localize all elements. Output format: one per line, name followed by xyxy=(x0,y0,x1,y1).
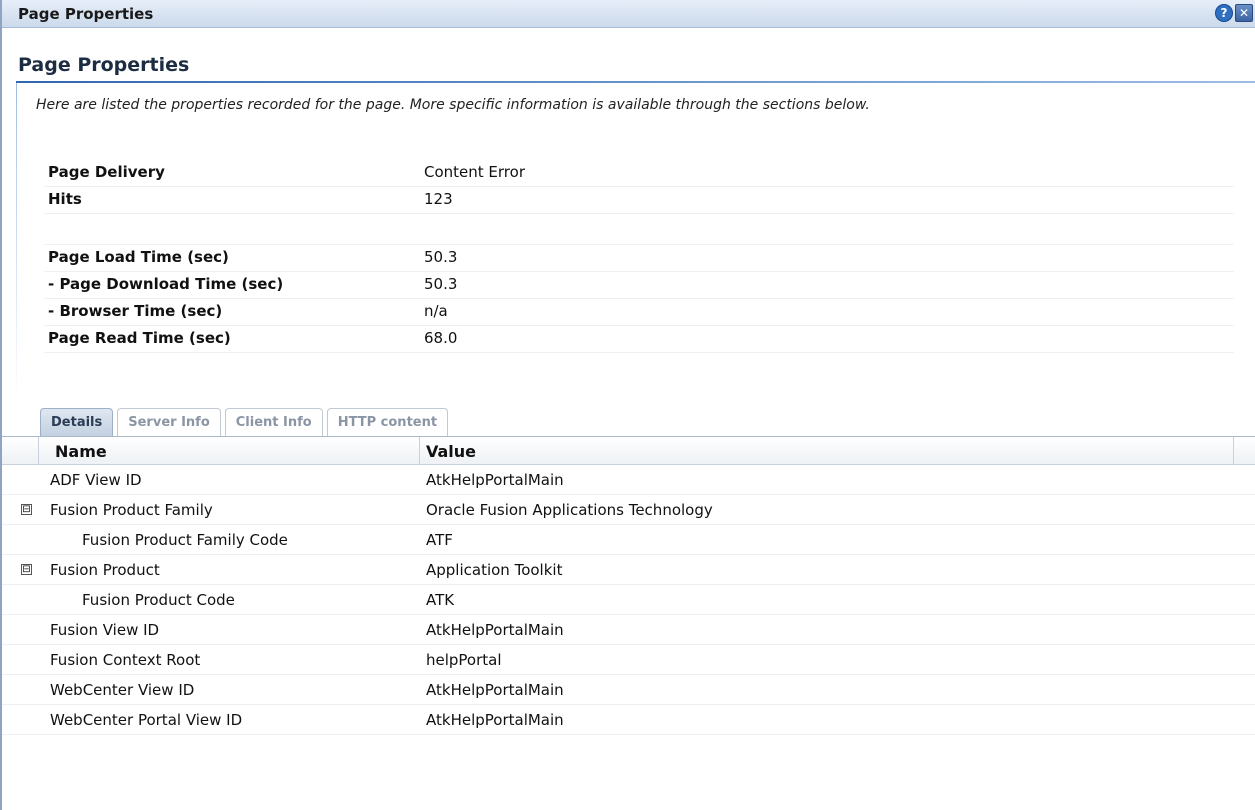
table-row[interactable]: ⊟ Fusion Product Family Oracle Fusion Ap… xyxy=(2,495,1255,525)
property-label: - Browser Time (sec) xyxy=(48,302,223,320)
property-value: 123 xyxy=(424,190,453,208)
property-label: Page Delivery xyxy=(48,163,165,181)
property-row: Hits 123 xyxy=(44,187,1234,214)
row-value: Application Toolkit xyxy=(426,561,563,579)
heading-divider xyxy=(16,81,1255,83)
property-row: - Page Download Time (sec) 50.3 xyxy=(44,272,1234,299)
page-title: Page Properties xyxy=(18,54,190,76)
row-name: Fusion Product Family Code xyxy=(82,531,288,549)
column-divider[interactable] xyxy=(419,437,420,465)
tab-strip: Details Server Info Client Info HTTP con… xyxy=(40,408,452,436)
row-name: WebCenter Portal View ID xyxy=(50,711,243,729)
tab-client-info[interactable]: Client Info xyxy=(224,408,323,436)
table-row[interactable]: ADF View ID AtkHelpPortalMain xyxy=(2,465,1255,495)
row-name: Fusion Product xyxy=(50,561,160,579)
collapse-icon[interactable]: ⊟ xyxy=(21,564,32,575)
table-row[interactable]: WebCenter View ID AtkHelpPortalMain xyxy=(2,675,1255,705)
column-divider xyxy=(1233,437,1234,465)
row-name: Fusion Product Code xyxy=(82,591,235,609)
heading-left-rule xyxy=(16,83,17,403)
property-value: 50.3 xyxy=(424,248,458,266)
property-value: n/a xyxy=(424,302,448,320)
row-value: AtkHelpPortalMain xyxy=(426,621,564,639)
intro-text: Here are listed the properties recorded … xyxy=(36,97,870,113)
close-icon[interactable]: ✕ xyxy=(1235,4,1253,22)
column-header-value[interactable]: Value xyxy=(426,442,476,461)
property-value: 68.0 xyxy=(424,329,458,347)
table-row[interactable]: WebCenter Portal View ID AtkHelpPortalMa… xyxy=(2,705,1255,735)
property-spacer xyxy=(44,214,1234,245)
column-divider xyxy=(38,437,39,465)
collapse-icon[interactable]: ⊟ xyxy=(21,504,32,515)
table-row[interactable]: Fusion Context Root helpPortal xyxy=(2,645,1255,675)
table-row[interactable]: ⊟ Fusion Product Application Toolkit xyxy=(2,555,1255,585)
property-row: Page Delivery Content Error xyxy=(44,160,1234,187)
help-icon[interactable]: ? xyxy=(1215,4,1233,22)
table-row[interactable]: Fusion Product Family Code ATF xyxy=(2,525,1255,555)
property-row: Page Load Time (sec) 50.3 xyxy=(44,245,1234,272)
property-label: Page Read Time (sec) xyxy=(48,329,231,347)
title-bar-controls: ? ✕ xyxy=(1215,4,1253,22)
tab-http-content[interactable]: HTTP content xyxy=(326,408,449,436)
property-label: Page Load Time (sec) xyxy=(48,248,229,266)
row-value: AtkHelpPortalMain xyxy=(426,681,564,699)
table-header: Name Value xyxy=(2,436,1255,465)
row-value: helpPortal xyxy=(426,651,502,669)
row-value: ATK xyxy=(426,591,455,609)
row-name: Fusion View ID xyxy=(50,621,160,639)
properties-list: Page Delivery Content Error Hits 123 Pag… xyxy=(44,160,1234,353)
row-value: AtkHelpPortalMain xyxy=(426,471,564,489)
page-properties-window: Page Properties ? ✕ Page Properties Here… xyxy=(0,0,1255,810)
row-name: ADF View ID xyxy=(50,471,142,489)
row-name: Fusion Context Root xyxy=(50,651,201,669)
tab-server-info[interactable]: Server Info xyxy=(117,408,221,436)
row-value: ATF xyxy=(426,531,453,549)
row-name: Fusion Product Family xyxy=(50,501,213,519)
property-label: - Page Download Time (sec) xyxy=(48,275,284,293)
table-row[interactable]: Fusion View ID AtkHelpPortalMain xyxy=(2,615,1255,645)
tab-details[interactable]: Details xyxy=(40,408,114,436)
row-value: Oracle Fusion Applications Technology xyxy=(426,501,713,519)
row-value: AtkHelpPortalMain xyxy=(426,711,564,729)
property-value: 50.3 xyxy=(424,275,458,293)
property-row: Page Read Time (sec) 68.0 xyxy=(44,326,1234,353)
column-header-name[interactable]: Name xyxy=(55,442,107,461)
table-row[interactable]: Fusion Product Code ATK xyxy=(2,585,1255,615)
property-label: Hits xyxy=(48,190,82,208)
title-bar: Page Properties ? ✕ xyxy=(2,0,1255,28)
details-table: Name Value ADF View ID AtkHelpPortalMain… xyxy=(2,436,1255,735)
window-title: Page Properties xyxy=(18,5,154,23)
row-name: WebCenter View ID xyxy=(50,681,195,699)
property-value: Content Error xyxy=(424,163,525,181)
property-row: - Browser Time (sec) n/a xyxy=(44,299,1234,326)
